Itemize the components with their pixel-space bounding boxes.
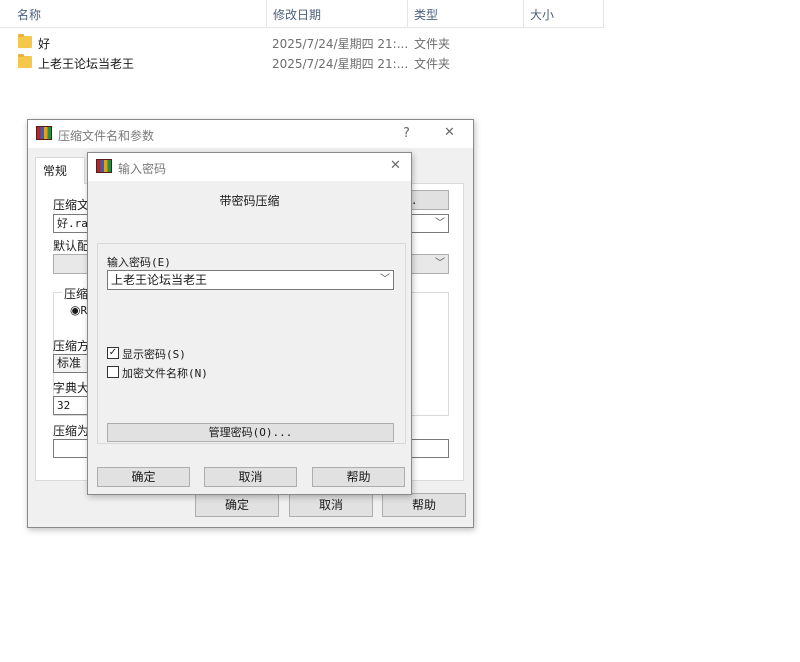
encrypt-filenames-label[interactable]: 加密文件名称(N) bbox=[122, 365, 208, 381]
column-divider[interactable] bbox=[603, 0, 604, 28]
enter-password-dialog: 输入密码 ✕ 带密码压缩 输入密码(E) 上老王论坛当老王 ﹀ ✓ 显示密码(S… bbox=[87, 152, 412, 495]
dictionary-size-label: 字典大 bbox=[53, 381, 90, 395]
column-divider[interactable] bbox=[523, 0, 524, 28]
chevron-down-icon[interactable]: ﹀ bbox=[380, 271, 390, 289]
file-name: 好 bbox=[38, 37, 51, 51]
manage-passwords-button[interactable]: 管理密码(O)... bbox=[107, 423, 394, 442]
column-size[interactable]: 大小 bbox=[530, 6, 554, 23]
dialog-titlebar[interactable]: 输入密码 ✕ bbox=[88, 153, 411, 181]
dialog-title: 压缩文件名和参数 bbox=[58, 129, 155, 143]
file-modified: 2025/7/24/星期四 21:... bbox=[272, 57, 409, 71]
archive-name-label: 压缩文 bbox=[53, 198, 90, 212]
column-divider[interactable] bbox=[407, 0, 408, 28]
column-modified[interactable]: 修改日期 bbox=[273, 6, 321, 23]
close-icon[interactable]: ✕ bbox=[390, 158, 401, 173]
dialog-heading: 带密码压缩 bbox=[219, 194, 280, 208]
file-modified: 2025/7/24/星期四 21:... bbox=[272, 37, 409, 51]
method-label: 压缩方 bbox=[53, 339, 90, 353]
column-divider[interactable] bbox=[266, 0, 267, 28]
cancel-button[interactable]: 取消 bbox=[289, 493, 373, 517]
method-value: 标准 bbox=[57, 356, 82, 370]
default-profile-label: 默认配 bbox=[53, 239, 90, 253]
file-type: 文件夹 bbox=[414, 37, 451, 51]
dictionary-size-value: 32 bbox=[57, 399, 71, 412]
split-volumes-label: 压缩为 bbox=[53, 424, 90, 438]
help-button[interactable]: 帮助 bbox=[312, 467, 405, 487]
chevron-down-icon: ﹀ bbox=[435, 218, 445, 229]
folder-icon bbox=[18, 54, 32, 68]
ok-button[interactable]: 确定 bbox=[195, 493, 279, 517]
sort-ascending-icon: ^ bbox=[133, 0, 142, 7]
file-name: 上老王论坛当老王 bbox=[38, 57, 135, 71]
cancel-button[interactable]: 取消 bbox=[204, 467, 297, 487]
column-type[interactable]: 类型 bbox=[414, 6, 438, 23]
password-input[interactable]: 上老王论坛当老王 ﹀ bbox=[107, 270, 394, 290]
folder-icon bbox=[18, 34, 32, 48]
close-icon[interactable]: ✕ bbox=[444, 125, 455, 140]
winrar-app-icon bbox=[96, 159, 112, 173]
dialog-titlebar[interactable]: 压缩文件名和参数 ? ✕ bbox=[28, 120, 473, 148]
winrar-app-icon bbox=[36, 126, 52, 140]
show-password-label[interactable]: 显示密码(S) bbox=[122, 346, 186, 362]
password-value: 上老王论坛当老王 bbox=[111, 273, 208, 287]
file-row[interactable]: 上老王论坛当老王 2025/7/24/星期四 21:... 文件夹 bbox=[0, 53, 604, 73]
file-type: 文件夹 bbox=[414, 57, 451, 71]
encrypt-filenames-checkbox[interactable] bbox=[107, 366, 119, 378]
file-row[interactable]: 好 2025/7/24/星期四 21:... 文件夹 bbox=[0, 33, 604, 53]
format-rar-radio[interactable]: ◉R bbox=[70, 303, 87, 317]
dialog-title: 输入密码 bbox=[118, 162, 167, 176]
password-label: 输入密码(E) bbox=[107, 256, 171, 269]
ok-button[interactable]: 确定 bbox=[97, 467, 190, 487]
help-icon[interactable]: ? bbox=[403, 126, 410, 141]
show-password-checkbox[interactable]: ✓ bbox=[107, 347, 119, 359]
explorer-column-header: ^ 名称 修改日期 类型 大小 bbox=[0, 0, 604, 28]
column-name[interactable]: 名称 bbox=[17, 6, 41, 23]
tab-general[interactable]: 常规 bbox=[35, 157, 85, 184]
help-button[interactable]: 帮助 bbox=[382, 493, 466, 517]
chevron-down-icon: ﹀ bbox=[435, 258, 445, 269]
